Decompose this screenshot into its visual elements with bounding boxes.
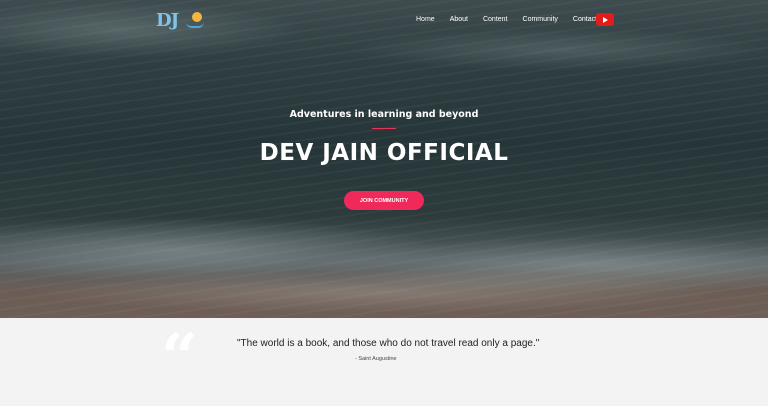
logo-wave-icon	[186, 22, 204, 28]
quote-mark-icon: “	[161, 320, 198, 395]
hero-section: DJ Home About Content Community Contact …	[0, 0, 768, 318]
logo-text: DJ	[156, 10, 179, 31]
hero-divider	[372, 128, 396, 129]
page-title: DEV JAIN OFFICIAL	[259, 140, 509, 166]
quote-text: "The world is a book, and those who do n…	[237, 338, 540, 349]
quote-section: “ "The world is a book, and those who do…	[0, 318, 768, 406]
main-nav: Home About Content Community Contact	[416, 16, 597, 23]
logo-sun-icon	[192, 12, 202, 22]
nav-about[interactable]: About	[450, 16, 468, 23]
nav-contact[interactable]: Contact	[573, 16, 597, 23]
nav-community[interactable]: Community	[523, 16, 558, 23]
join-community-button[interactable]: JOIN COMMUNITY	[344, 191, 424, 210]
hero-tagline: Adventures in learning and beyond	[289, 109, 479, 120]
nav-home[interactable]: Home	[416, 16, 435, 23]
nav-content[interactable]: Content	[483, 16, 508, 23]
youtube-icon[interactable]	[596, 13, 614, 26]
quote-author: - Saint Augustine	[355, 356, 397, 362]
play-icon	[603, 16, 608, 23]
logo[interactable]: DJ	[156, 10, 208, 32]
